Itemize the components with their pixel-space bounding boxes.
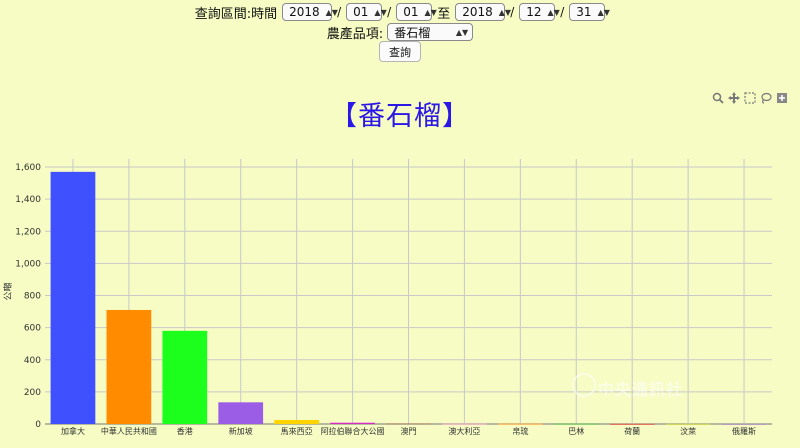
y-tick-label: 1,600 <box>15 163 41 173</box>
x-tick-label: 汶萊 <box>680 426 696 436</box>
bar <box>386 423 431 425</box>
y-tick-label: 1,000 <box>15 259 41 269</box>
x-tick-label: 澳門 <box>401 426 417 436</box>
y-tick-label: 1,200 <box>15 227 41 237</box>
watermark-logo-icon <box>572 373 596 397</box>
bar <box>106 309 152 424</box>
y-tick-label: 400 <box>24 356 41 366</box>
bar <box>162 330 208 424</box>
y-tick-label: 200 <box>24 388 41 398</box>
x-tick-label: 俄羅斯 <box>732 426 756 436</box>
bar <box>721 423 767 425</box>
y-tick-label: 800 <box>24 292 41 302</box>
x-tick-label: 加拿大 <box>61 426 85 436</box>
x-tick-label: 澳大利亞 <box>448 426 480 436</box>
bar <box>274 419 320 424</box>
x-tick-label: 香港 <box>177 426 193 436</box>
x-tick-label: 新加坡 <box>229 426 253 436</box>
x-tick-label: 帛琉 <box>512 426 528 436</box>
x-tick-label: 荷蘭 <box>624 426 640 436</box>
watermark: 中央通訊社 <box>598 380 684 399</box>
bar <box>609 423 655 425</box>
bar <box>330 422 375 424</box>
bar <box>553 423 599 425</box>
x-tick-label: 馬來西亞 <box>281 427 313 436</box>
bar <box>50 171 96 424</box>
bar <box>665 423 711 425</box>
bar <box>442 423 487 425</box>
y-tick-label: 600 <box>24 324 41 334</box>
y-tick-label: 0 <box>35 420 41 430</box>
bar <box>497 423 543 425</box>
x-tick-label: 中華人民共和國 <box>101 426 157 436</box>
x-tick-label: 巴林 <box>568 426 584 436</box>
x-tick-label: 阿拉伯聯合大公國 <box>321 426 385 436</box>
bar <box>218 402 264 424</box>
y-tick-label: 1,400 <box>15 195 41 205</box>
y-axis-label: 公噸 <box>2 282 14 300</box>
